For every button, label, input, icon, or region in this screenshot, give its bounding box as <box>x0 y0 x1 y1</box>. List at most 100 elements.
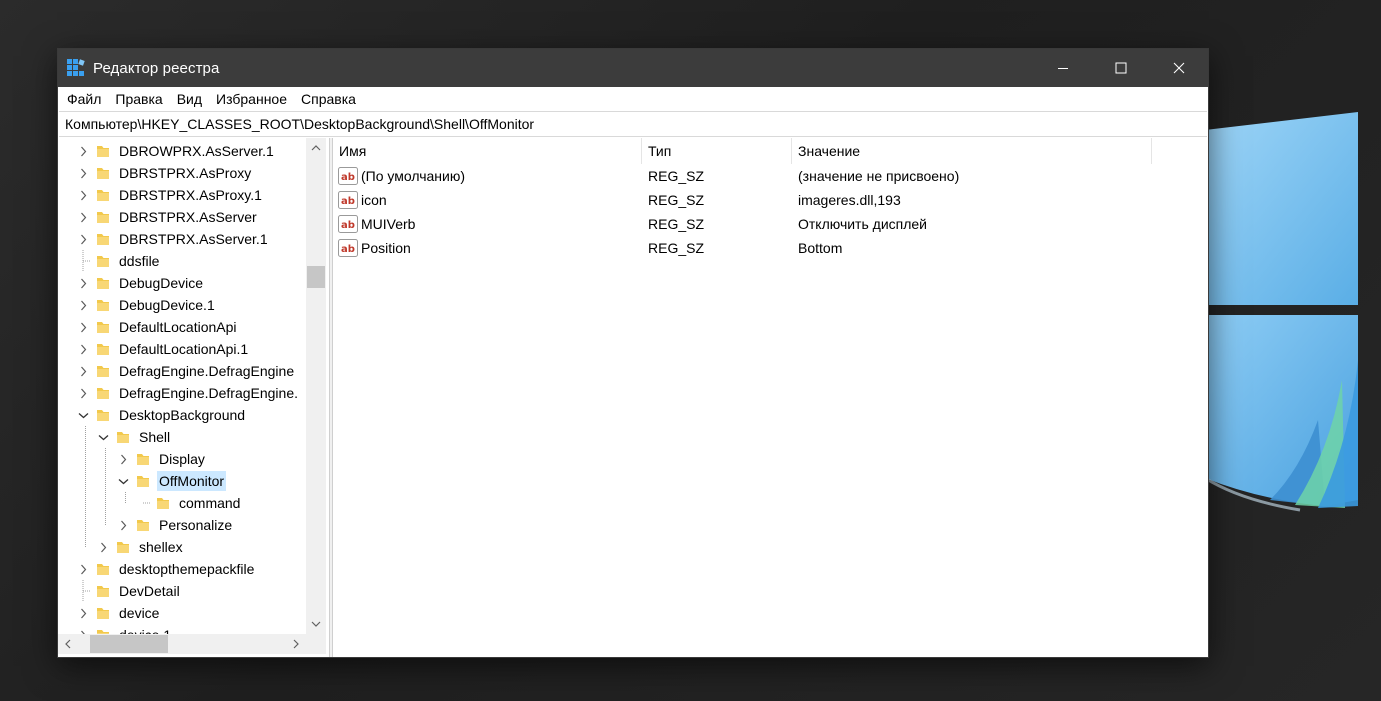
column-header-value[interactable]: Значение <box>792 138 1152 164</box>
string-value-icon: ab <box>338 239 358 257</box>
list-item[interactable]: ab icon REG_SZ imageres.dll,193 <box>333 188 1208 212</box>
tree-node-label: device.1 <box>117 625 173 634</box>
expand-toggle[interactable] <box>76 382 90 404</box>
values-list-pane: Имя Тип Значение ab (По умолчанию) REG_SZ (… <box>333 138 1208 657</box>
folder-icon <box>97 344 109 355</box>
tree-node[interactable]: DebugDevice <box>76 272 205 294</box>
collapse-toggle[interactable] <box>96 426 110 448</box>
menu-view[interactable]: Вид <box>170 87 209 111</box>
svg-text:ab: ab <box>341 196 355 207</box>
tree-node[interactable]: shellex <box>96 536 185 558</box>
expand-toggle[interactable] <box>76 228 90 250</box>
menu-favorites[interactable]: Избранное <box>209 87 294 111</box>
tree-node[interactable]: DefaultLocationApi <box>76 316 239 338</box>
expand-toggle[interactable] <box>76 294 90 316</box>
tree-node[interactable]: DBRSTPRX.AsProxy.1 <box>76 184 264 206</box>
tree-node-label: OffMonitor <box>157 471 227 491</box>
expand-toggle[interactable] <box>76 624 90 634</box>
chevron-down-icon <box>78 412 88 418</box>
list-item[interactable]: ab (По умолчанию) REG_SZ (значение не присв… <box>333 164 1208 188</box>
folder-icon <box>97 608 109 619</box>
tree-node[interactable]: DefragEngine.DefragEngine <box>76 360 296 382</box>
tree-node[interactable]: device.1 <box>76 624 173 634</box>
expand-toggle[interactable] <box>76 360 90 382</box>
tree-node[interactable]: DevDetail <box>76 580 182 602</box>
title-bar[interactable]: Редактор реестра <box>58 49 1208 87</box>
folder-icon <box>97 630 109 634</box>
svg-text:ab: ab <box>341 220 355 231</box>
tree-node-label: DefragEngine.DefragEngine. <box>119 385 299 401</box>
chevron-left-icon <box>65 639 71 649</box>
expand-toggle[interactable] <box>76 558 90 580</box>
expand-toggle[interactable] <box>76 602 90 624</box>
close-button[interactable] <box>1150 49 1208 87</box>
main-content: DBROWPRX.AsServer.1 DBRSTPRX.AsProxy DBRST… <box>58 138 1208 657</box>
value-data: Bottom <box>798 240 843 256</box>
chevron-right-icon <box>80 278 86 288</box>
list-item[interactable]: ab Position REG_SZ Bottom <box>333 236 1208 260</box>
menu-file[interactable]: Файл <box>60 87 108 111</box>
tree-node[interactable]: ddsfile <box>76 250 161 272</box>
value-data: (значение не присвоено) <box>798 168 960 184</box>
tree-node[interactable]: DebugDevice.1 <box>76 294 217 316</box>
expand-toggle[interactable] <box>76 338 90 360</box>
expand-toggle[interactable] <box>76 162 90 184</box>
address-bar[interactable]: Компьютер\HKEY_CLASSES_ROOT\DesktopBackg… <box>59 111 1207 137</box>
menu-bar: Файл Правка Вид Избранное Справка <box>58 87 1208 111</box>
tree-node[interactable]: desktopthemepackfile <box>76 558 256 580</box>
expand-toggle[interactable] <box>96 536 110 558</box>
collapse-toggle[interactable] <box>76 404 90 426</box>
expand-toggle[interactable] <box>76 140 90 162</box>
expand-toggle[interactable] <box>76 272 90 294</box>
tree-node[interactable]: Shell <box>96 426 172 448</box>
chevron-right-icon <box>100 542 106 552</box>
tree-node[interactable]: device <box>76 602 161 624</box>
expand-toggle[interactable] <box>76 316 90 338</box>
expand-toggle[interactable] <box>76 206 90 228</box>
dotted-connector-icon <box>82 580 90 602</box>
close-icon <box>1173 62 1185 74</box>
list-item[interactable]: ab MUIVerb REG_SZ Отключить дисплей <box>333 212 1208 236</box>
column-header-type[interactable]: Тип <box>642 138 792 164</box>
tree-vertical-scrollbar[interactable] <box>306 138 326 634</box>
scroll-left-button[interactable] <box>58 634 78 654</box>
svg-text:ab: ab <box>341 172 355 183</box>
column-header-name[interactable]: Имя <box>333 138 642 164</box>
maximize-button[interactable] <box>1092 49 1150 87</box>
menu-help[interactable]: Справка <box>294 87 363 111</box>
chevron-down-icon <box>98 434 108 440</box>
tree-node[interactable]: DBRSTPRX.AsProxy <box>76 162 253 184</box>
value-name-cell: ab Position <box>333 239 642 257</box>
tree-node[interactable]: OffMonitor <box>116 470 227 492</box>
tree-horizontal-scrollbar[interactable] <box>58 634 306 654</box>
tree-node[interactable]: DesktopBackground <box>76 404 247 426</box>
tree-node[interactable]: DBRSTPRX.AsServer <box>76 206 259 228</box>
tree-node-label: DebugDevice.1 <box>119 297 215 313</box>
minimize-button[interactable] <box>1034 49 1092 87</box>
folder-open-icon <box>117 432 129 443</box>
scroll-right-button[interactable] <box>286 634 306 654</box>
collapse-toggle[interactable] <box>116 470 130 492</box>
menu-edit[interactable]: Правка <box>108 87 169 111</box>
folder-icon <box>97 322 109 333</box>
tree-node[interactable]: command <box>136 492 242 514</box>
windows-logo-icon <box>1204 112 1358 512</box>
tree-node-label: DebugDevice <box>119 275 204 291</box>
tree-node[interactable]: DBROWPRX.AsServer.1 <box>76 140 276 162</box>
tree-horizontal-scroll-thumb[interactable] <box>90 635 168 653</box>
tree-node[interactable]: DefragEngine.DefragEngine. <box>76 382 300 404</box>
window-title: Редактор реестра <box>93 59 220 77</box>
tree-node[interactable]: DBRSTPRX.AsServer.1 <box>76 228 270 250</box>
value-type: REG_SZ <box>648 168 705 184</box>
expand-toggle[interactable] <box>116 448 130 470</box>
tree-node[interactable]: Display <box>116 448 207 470</box>
registry-tree: DBROWPRX.AsServer.1 DBRSTPRX.AsProxy DBRST… <box>58 138 306 634</box>
tree-node[interactable]: DefaultLocationApi.1 <box>76 338 250 360</box>
scroll-down-button[interactable] <box>306 614 326 634</box>
folder-icon <box>137 454 149 465</box>
scroll-up-button[interactable] <box>306 138 326 158</box>
tree-node[interactable]: Personalize <box>116 514 234 536</box>
expand-toggle[interactable] <box>116 514 130 536</box>
expand-toggle[interactable] <box>76 184 90 206</box>
tree-vertical-scroll-thumb[interactable] <box>307 266 325 288</box>
